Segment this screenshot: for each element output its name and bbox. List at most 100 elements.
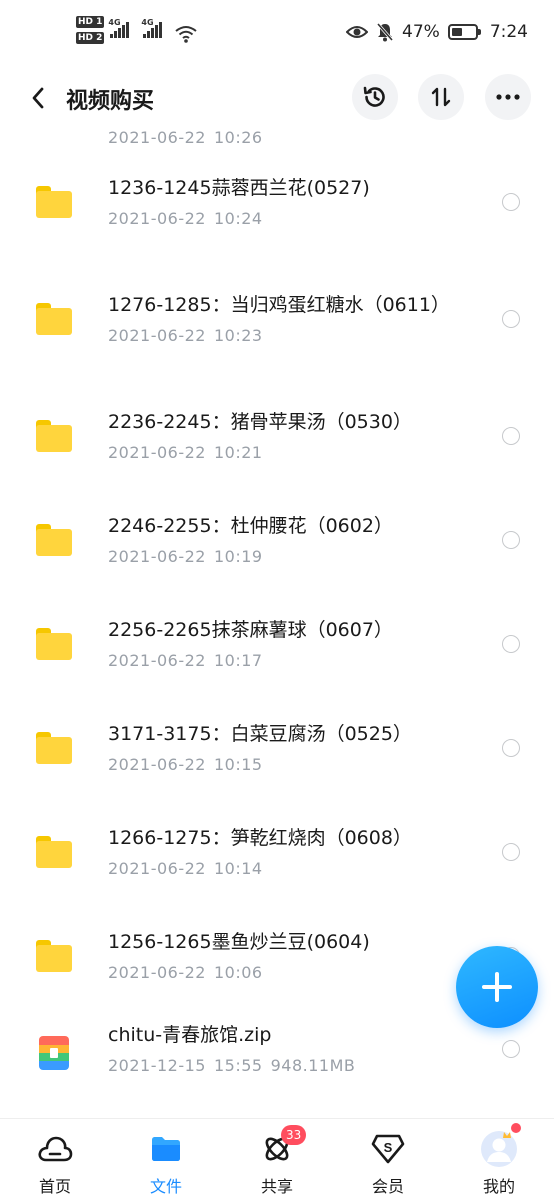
plus-icon [482,972,512,1002]
vip-icon-letter: S [384,1140,393,1155]
select-radio[interactable] [502,193,520,211]
file-text: 1266-1275：笋乾红烧肉（0608） 2021-06-22 10:14 [108,823,488,881]
folder-icon [152,1137,180,1161]
file-size: 948.11MB [270,1056,356,1075]
file-name: 1236-1245蒜蓉西兰花(0527) [108,177,370,199]
folder-icon [36,303,72,335]
select-radio[interactable] [502,843,520,861]
nav-share[interactable]: 33 共享 [222,1119,332,1200]
more-icon [496,94,520,100]
nav-me[interactable]: 我的 [444,1119,554,1200]
add-button[interactable] [456,946,538,1028]
select-radio[interactable] [502,739,520,757]
file-time: 10:21 [213,443,263,462]
file-icon-slot [36,1036,72,1070]
nav-home-icon-wrap [35,1129,75,1169]
file-time: 10:19 [213,547,263,566]
folder-icon [36,732,72,764]
file-row[interactable]: 2021-06-22 10:26 [0,126,554,150]
nav-me-icon-wrap [479,1123,521,1169]
sort-button[interactable] [418,74,464,120]
file-date: 2021-06-22 [108,547,206,566]
nav-files-icon-wrap [146,1129,186,1169]
page-title: 视频购买 [66,89,155,114]
file-text: 1236-1245蒜蓉西兰花(0527) 2021-06-22 10:24 [108,173,488,231]
file-text: 2246-2255：杜仲腰花（0602） 2021-06-22 10:19 [108,511,488,569]
file-icon-slot [36,732,72,764]
avatar [481,1131,517,1167]
status-bar-right: 47% 7:24 [346,22,528,42]
file-time: 10:14 [213,859,263,878]
nav-vip-icon-wrap: S [368,1129,408,1169]
file-meta: 2021-06-22 10:19 [108,545,488,569]
nav-vip[interactable]: S 会员 [333,1119,443,1200]
file-icon-slot [36,420,72,452]
file-row[interactable]: 2256-2265抹茶麻薯球（0607） 2021-06-22 10:17 [0,592,554,696]
nav-vip-label: 会员 [371,1177,404,1196]
select-radio[interactable] [502,427,520,445]
file-icon-slot [36,628,72,660]
file-meta: 2021-06-22 10:24 [108,207,488,231]
file-row[interactable]: chitu-青春旅馆.zip 2021-12-15 15:55 948.11MB [0,1008,554,1118]
status-bar: HD 1 HD 2 4G 4G 47% 7:24 [0,0,554,64]
file-text: 1256-1265墨鱼炒兰豆(0604) 2021-06-22 10:06 [108,927,488,985]
nav-share-label: 共享 [260,1177,293,1196]
file-row[interactable]: 1266-1275：笋乾红烧肉（0608） 2021-06-22 10:14 [0,800,554,904]
folder-icon [36,420,72,452]
file-time: 10:23 [213,326,263,345]
file-date: 2021-06-22 [108,209,206,228]
file-name: 2256-2265抹茶麻薯球（0607） [108,619,393,641]
file-date: 2021-06-22 [108,651,206,670]
battery-icon [447,24,481,40]
file-row[interactable]: 2236-2245：猪骨苹果汤（0530） 2021-06-22 10:21 [0,384,554,488]
select-radio[interactable] [502,1040,520,1058]
file-icon-slot [36,836,72,868]
wifi-icon [175,26,198,43]
select-radio[interactable] [502,635,520,653]
signal2-label: 4G [141,18,154,27]
file-row[interactable]: 3171-3175：白菜豆腐汤（0525） 2021-06-22 10:15 [0,696,554,800]
file-row[interactable]: 1236-1245蒜蓉西兰花(0527) 2021-06-22 10:24 [0,150,554,254]
file-name: 1256-1265墨鱼炒兰豆(0604) [108,931,370,953]
file-row[interactable]: 2246-2255：杜仲腰花（0602） 2021-06-22 10:19 [0,488,554,592]
battery-fill [451,28,462,36]
cloud-icon [38,1136,73,1162]
share-badge: 33 [281,1125,307,1145]
back-button[interactable] [22,82,54,114]
file-text: 1276-1285：当归鸡蛋红糖水（0611） 2021-06-22 10:23 [108,290,488,348]
nav-home-label: 首页 [38,1177,71,1196]
file-text: 2236-2245：猪骨苹果汤（0530） 2021-06-22 10:21 [108,407,488,465]
file-date: 2021-12-15 [108,1056,206,1075]
select-radio[interactable] [502,310,520,328]
nav-files-label: 文件 [149,1177,182,1196]
more-button[interactable] [485,74,531,120]
vip-diamond-icon: S [371,1134,405,1164]
file-time: 10:06 [213,963,263,982]
file-text: chitu-青春旅馆.zip 2021-12-15 15:55 948.11MB [108,1020,488,1078]
file-meta: 2021-12-15 15:55 948.11MB [108,1054,488,1078]
file-date: 2021-06-22 [108,326,206,345]
file-meta: 2021-06-22 10:23 [108,324,488,348]
me-notification-dot [511,1123,521,1133]
nav-files[interactable]: 文件 [111,1119,221,1200]
hd1-indicator: HD 1 [76,16,105,28]
nav-home[interactable]: 首页 [0,1119,110,1200]
file-text: 2021-06-22 10:26 [108,126,488,150]
file-time: 10:15 [213,755,263,774]
file-row[interactable]: 1276-1285：当归鸡蛋红糖水（0611） 2021-06-22 10:23 [0,254,554,384]
file-meta: 2021-06-22 10:15 [108,753,488,777]
file-time: 15:55 [213,1056,263,1075]
file-meta: 2021-06-22 10:06 [108,961,488,985]
select-radio[interactable] [502,531,520,549]
folder-icon [36,524,72,556]
file-date: 2021-06-22 [108,128,206,147]
header: 视频购买 [0,70,554,126]
file-name: 2246-2255：杜仲腰花（0602） [108,515,393,537]
signal-icon-2: 4G [141,14,163,38]
battery-percent: 47% [402,22,440,42]
folder-icon [36,186,72,218]
history-button[interactable] [352,74,398,120]
chevron-left-icon [32,87,44,109]
nav-me-label: 我的 [482,1177,515,1196]
file-time: 10:26 [213,128,263,147]
